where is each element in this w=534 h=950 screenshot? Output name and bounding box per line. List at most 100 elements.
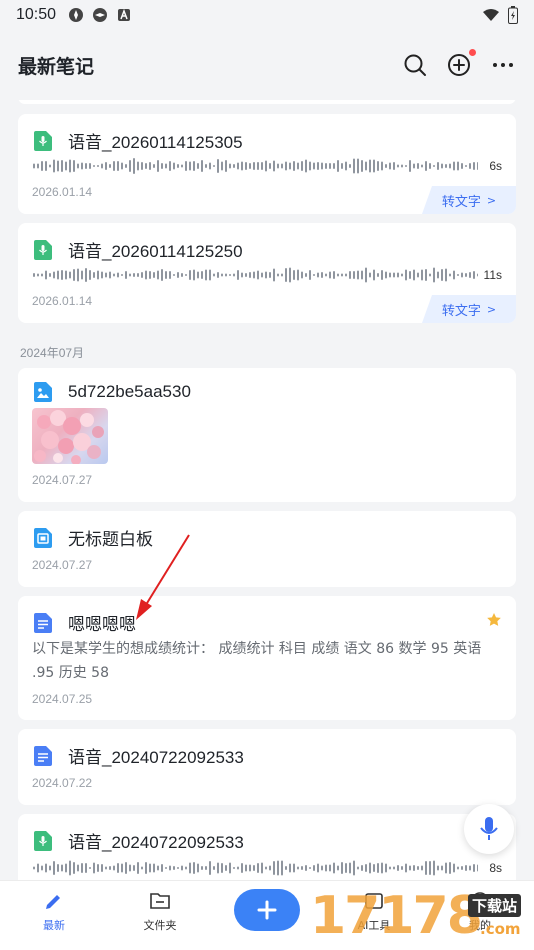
wave-bar <box>317 162 319 170</box>
wave-bar <box>101 163 103 169</box>
note-card[interactable]: 语音_20260114125250 11s 2026.01.14 转文字 > <box>18 223 516 323</box>
wave-bar <box>265 271 267 279</box>
audio-waveform[interactable] <box>32 265 478 285</box>
wave-bar <box>429 861 431 875</box>
note-title: 5d722be5aa530 <box>68 382 191 401</box>
wave-bar <box>325 864 327 872</box>
note-card[interactable]: 5d722be5aa530 2024.07.27 <box>18 368 516 502</box>
wave-bar <box>37 273 39 277</box>
tab-ai-tools[interactable]: AI工具 <box>334 891 414 933</box>
wave-bar <box>129 864 131 872</box>
wave-bar <box>225 160 227 172</box>
note-card-partial[interactable] <box>18 100 516 104</box>
add-note-button[interactable] <box>446 49 476 78</box>
image-thumbnail[interactable] <box>32 408 108 464</box>
audio-duration: 8s <box>489 861 502 875</box>
tab-profile[interactable]: 我的 <box>440 891 520 933</box>
wave-bar <box>197 163 199 169</box>
wave-bar <box>117 161 119 171</box>
convert-label: 转文字 <box>441 194 481 210</box>
audio-waveform[interactable] <box>32 858 478 878</box>
wave-bar <box>441 163 443 169</box>
note-card[interactable]: 语音_20240722092533 8s <box>18 814 516 880</box>
audio-duration: 11s <box>483 268 502 282</box>
note-date: 2024.07.27 <box>32 473 93 487</box>
wave-bar <box>89 867 91 869</box>
note-list[interactable]: 语音_20260114125305 6s 2026.01.14 转文字 > 语音… <box>0 100 534 880</box>
voice-record-button[interactable] <box>464 804 514 854</box>
note-card[interactable]: 嗯嗯嗯嗯 以下是某学生的想成绩统计： 成绩统计 科目 成绩 语文 86 数学 9… <box>18 596 516 720</box>
wave-bar <box>261 862 263 874</box>
wave-bar <box>201 866 203 870</box>
wave-bar <box>45 270 47 280</box>
more-button[interactable] <box>490 52 516 78</box>
wave-bar <box>345 863 347 873</box>
wave-bar <box>85 163 87 169</box>
wave-bar <box>457 274 459 276</box>
wave-bar <box>201 160 203 172</box>
profile-icon <box>471 892 489 910</box>
wave-bar <box>57 270 59 280</box>
wave-bar <box>177 272 179 278</box>
wave-bar <box>329 271 331 279</box>
wave-bar <box>313 865 315 871</box>
wave-bar <box>437 865 439 871</box>
wave-bar <box>113 865 115 871</box>
wave-bar <box>309 270 311 280</box>
page-title: 最新笔记 <box>18 55 95 78</box>
create-note-button[interactable] <box>234 889 300 931</box>
wave-bar <box>105 272 107 278</box>
note-card[interactable]: 语音_20260114125305 6s 2026.01.14 转文字 > <box>18 114 516 214</box>
wave-bar <box>101 271 103 279</box>
wave-bar <box>233 273 235 277</box>
wave-bar <box>297 866 299 870</box>
wave-bar <box>37 163 39 169</box>
audio-waveform[interactable] <box>32 156 478 176</box>
note-card[interactable]: 语音_20240722092533 2024.07.22 <box>18 729 516 805</box>
wave-bar <box>461 866 463 870</box>
wave-bar <box>189 161 191 171</box>
wave-bar <box>229 163 231 169</box>
audio-file-icon <box>34 130 52 151</box>
wave-bar <box>357 158 359 174</box>
image-file-icon <box>34 382 52 402</box>
wave-bar <box>401 164 403 168</box>
wave-bar <box>169 271 171 279</box>
wave-bar <box>97 270 99 280</box>
wave-bar <box>349 164 351 168</box>
wave-bar <box>309 867 311 869</box>
wave-bar <box>109 866 111 870</box>
wave-bar <box>397 272 399 278</box>
wave-bar <box>105 866 107 870</box>
battery-icon <box>508 6 518 24</box>
wave-bar <box>281 273 283 277</box>
wave-bar <box>273 268 275 282</box>
star-icon[interactable] <box>486 612 502 628</box>
tab-latest[interactable]: 最新 <box>14 891 94 933</box>
wave-bar <box>253 865 255 871</box>
wave-bar <box>429 163 431 169</box>
wave-bar <box>385 271 387 279</box>
wave-bar <box>153 863 155 873</box>
wave-bar <box>133 273 135 277</box>
wave-bar <box>225 273 227 277</box>
wave-bar <box>221 161 223 171</box>
wave-bar <box>141 272 143 278</box>
wave-bar <box>277 163 279 169</box>
search-button[interactable] <box>402 52 428 78</box>
wave-bar <box>265 160 267 172</box>
wave-bar <box>153 272 155 278</box>
notification-dot <box>469 49 476 56</box>
wave-bar <box>473 271 475 279</box>
tab-folder[interactable]: 文件夹 <box>120 891 200 933</box>
convert-to-text-button[interactable]: 转文字 > <box>422 295 516 323</box>
wave-bar <box>129 273 131 277</box>
wave-bar <box>85 863 87 873</box>
wave-bar <box>277 860 279 876</box>
wave-bar <box>229 274 231 276</box>
convert-to-text-button[interactable]: 转文字 > <box>422 186 516 214</box>
note-card[interactable]: 无标题白板 2024.07.27 <box>18 511 516 587</box>
wave-bar <box>437 162 439 170</box>
wave-bar <box>269 272 271 278</box>
wave-bar <box>341 163 343 169</box>
